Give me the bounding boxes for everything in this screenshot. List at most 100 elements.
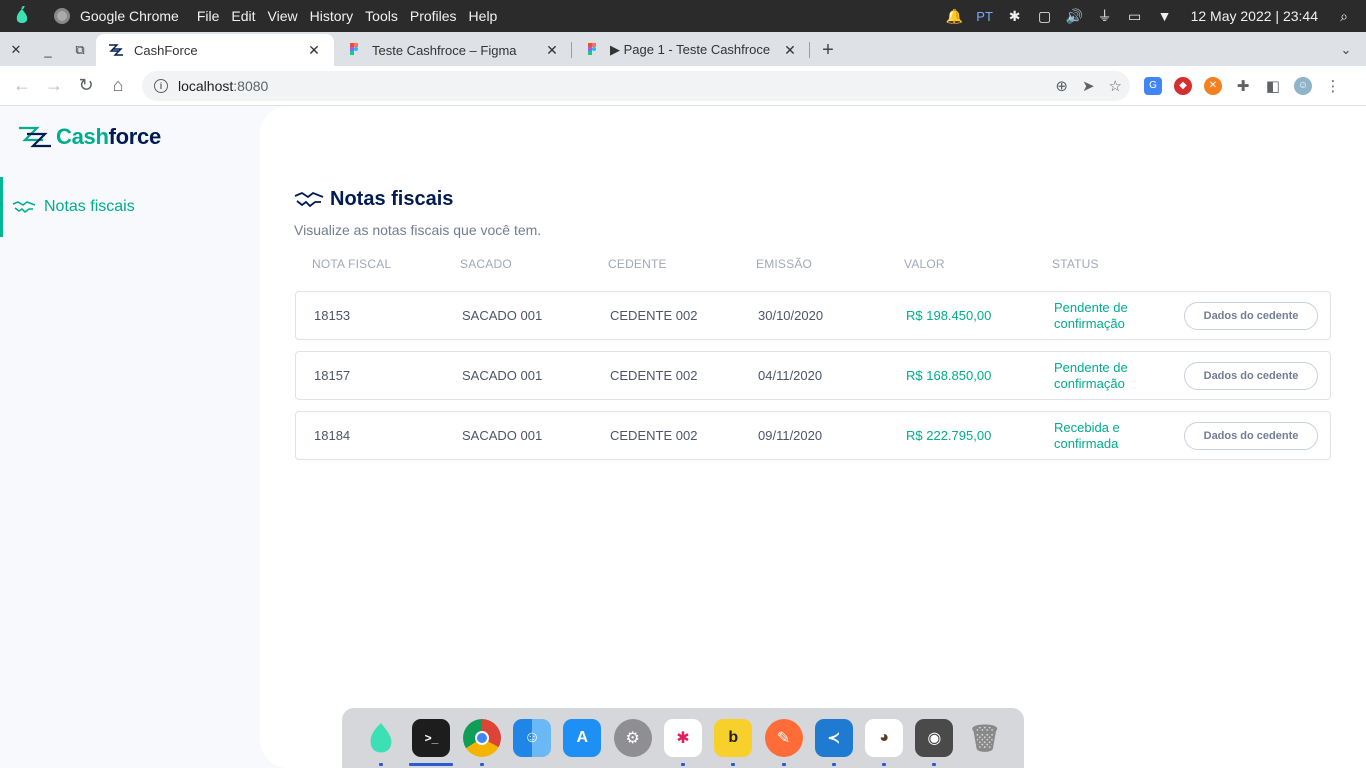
forward-arrow-icon[interactable]: → bbox=[38, 70, 70, 102]
sidebar-item-notas-fiscais[interactable]: Notas fiscais bbox=[0, 177, 260, 237]
cashforce-favicon-icon bbox=[109, 44, 123, 56]
tab-separator bbox=[809, 42, 810, 58]
page-subtitle: Visualize as notas fiscais que você tem. bbox=[294, 222, 542, 238]
slack-tray-icon[interactable]: ✱ bbox=[1005, 7, 1025, 25]
handshake-icon bbox=[294, 191, 324, 207]
status-line-1: Recebida e bbox=[1054, 419, 1120, 435]
handshake-icon bbox=[12, 201, 36, 213]
menu-profiles[interactable]: Profiles bbox=[410, 8, 457, 24]
dados-do-cedente-button[interactable]: Dados do cedente bbox=[1184, 361, 1318, 390]
menu-view[interactable]: View bbox=[268, 8, 298, 24]
system-menubar: Google Chrome File Edit View History Too… bbox=[0, 0, 1366, 32]
extensions-area: G ◆ ✕ ✚ ◧ ☺ ⋮ bbox=[1144, 76, 1342, 95]
window-restore-icon[interactable]: ⧉ bbox=[64, 34, 96, 66]
side-panel-icon[interactable]: ◧ bbox=[1264, 77, 1282, 95]
tab-title: CashForce bbox=[134, 42, 198, 58]
wifi-icon[interactable]: ▼ bbox=[1155, 7, 1175, 25]
cell-cedente: CEDENTE 002 bbox=[610, 308, 698, 323]
site-info-icon[interactable]: i bbox=[154, 78, 168, 93]
display-icon[interactable]: ▭ bbox=[1125, 7, 1145, 25]
url-host: localhost bbox=[178, 77, 234, 94]
screenshot-icon[interactable]: ◉ bbox=[915, 719, 954, 766]
cell-emissao: 30/10/2020 bbox=[758, 308, 824, 323]
clock[interactable]: 12 May 2022 | 23:44 bbox=[1191, 8, 1318, 24]
terminal-icon[interactable]: >_ bbox=[409, 719, 454, 766]
running-indicator bbox=[379, 763, 384, 766]
cell-status: Recebida e confirmada bbox=[1054, 420, 1184, 452]
kebab-menu-icon[interactable]: ⋮ bbox=[1324, 77, 1342, 95]
running-indicator bbox=[479, 763, 484, 766]
ublock-icon[interactable]: ◆ bbox=[1174, 76, 1192, 95]
reload-icon[interactable]: ↻ bbox=[70, 70, 102, 102]
google-translate-icon[interactable]: G bbox=[1144, 76, 1162, 95]
home-icon[interactable]: ⌂ bbox=[102, 70, 134, 102]
notification-bell-icon[interactable]: 🔔 bbox=[945, 7, 965, 25]
profile-avatar[interactable]: ☺ bbox=[1294, 76, 1312, 95]
dados-do-cedente-button[interactable]: Dados do cedente bbox=[1184, 301, 1318, 330]
gimp-icon[interactable]: ◕ bbox=[865, 719, 904, 766]
menu-history[interactable]: History bbox=[310, 8, 354, 24]
running-indicator bbox=[831, 763, 836, 766]
status-line-2: confirmação bbox=[1054, 375, 1125, 391]
tab-close-icon[interactable]: ✕ bbox=[544, 42, 560, 59]
column-header-sacado: SACADO bbox=[460, 257, 512, 271]
active-app-name[interactable]: Google Chrome bbox=[80, 8, 179, 24]
window-close-icon[interactable]: ✕ bbox=[0, 34, 32, 66]
running-indicator bbox=[932, 763, 937, 766]
bookmark-star-icon[interactable]: ☆ bbox=[1109, 77, 1122, 95]
volume-icon[interactable]: 🔊 bbox=[1065, 7, 1085, 25]
column-header-cedente: CEDENTE bbox=[608, 257, 667, 271]
clipboard-icon[interactable]: ▢ bbox=[1035, 7, 1055, 25]
chrome-icon[interactable] bbox=[462, 719, 501, 766]
menu-edit[interactable]: Edit bbox=[231, 8, 255, 24]
search-icon[interactable]: ⌕ bbox=[1334, 7, 1354, 25]
status-area: 🔔 PT ✱ ▢ 🔊 ⏚ ▭ ▼ 12 May 2022 | 23:44 ⌕ bbox=[945, 7, 1366, 25]
window-minimize-icon[interactable]: _ bbox=[32, 34, 64, 66]
logo-force: force bbox=[108, 124, 162, 149]
column-header-nota-fiscal: NOTA FISCAL bbox=[312, 257, 392, 271]
cell-sacado: SACADO 001 bbox=[462, 428, 543, 443]
tab-close-icon[interactable]: ✕ bbox=[782, 42, 798, 59]
send-icon[interactable]: ➤ bbox=[1082, 77, 1095, 95]
extensions-puzzle-icon[interactable]: ✚ bbox=[1234, 77, 1252, 95]
tab-figma-page[interactable]: ▶ Page 1 - Teste Cashfroce ✕ bbox=[572, 34, 810, 66]
cashforce-logo[interactable]: Cashforce bbox=[18, 122, 161, 152]
running-indicator bbox=[409, 763, 454, 766]
tab-title: ▶ Page 1 - Teste Cashfroce bbox=[610, 42, 771, 57]
tab-search-chevron-icon[interactable]: ⌄ bbox=[1326, 34, 1366, 66]
page-heading: Notas fiscais bbox=[294, 188, 453, 211]
cell-emissao: 09/11/2020 bbox=[758, 428, 823, 443]
postman-icon[interactable]: ✎ bbox=[764, 719, 803, 766]
zoom-icon[interactable]: ⊕ bbox=[1055, 77, 1068, 95]
pear-logo-icon[interactable] bbox=[12, 6, 32, 26]
address-bar[interactable]: i localhost:8080 ⊕ ➤ ☆ bbox=[142, 70, 1130, 101]
menu-file[interactable]: File bbox=[197, 8, 220, 24]
trash-icon[interactable]: 🗑 bbox=[966, 719, 1004, 757]
vscode-icon[interactable]: ≺ bbox=[814, 719, 853, 766]
tab-cashforce[interactable]: CashForce ✕ bbox=[96, 34, 334, 66]
ext-orange-icon[interactable]: ✕ bbox=[1204, 76, 1222, 95]
slack-icon[interactable]: ✱ bbox=[663, 719, 702, 766]
beekeeper-icon[interactable]: b bbox=[714, 719, 753, 766]
dock: >_ ☺ A ⚙ ✱ b ✎ ≺ ◕ ◉ 🗑 bbox=[342, 708, 1024, 768]
app-store-icon[interactable]: A bbox=[563, 719, 602, 757]
dados-do-cedente-button[interactable]: Dados do cedente bbox=[1184, 421, 1318, 450]
main-content: Notas fiscais Visualize as notas fiscais… bbox=[260, 106, 1366, 768]
running-indicator bbox=[680, 763, 685, 766]
figma-favicon-icon bbox=[350, 43, 358, 55]
system-settings-icon[interactable]: ⚙ bbox=[613, 719, 652, 757]
back-arrow-icon[interactable]: ← bbox=[6, 70, 38, 102]
finder-icon[interactable]: ☺ bbox=[513, 719, 552, 757]
new-tab-icon[interactable]: + bbox=[810, 34, 846, 66]
sidebar: Cashforce Notas fiscais bbox=[0, 106, 260, 768]
tab-figma[interactable]: Teste Cashfroce – Figma ✕ bbox=[334, 34, 572, 66]
menu-tools[interactable]: Tools bbox=[365, 8, 398, 24]
pear-launcher-icon[interactable] bbox=[362, 719, 400, 766]
plug-icon[interactable]: ⏚ bbox=[1095, 7, 1115, 25]
input-language[interactable]: PT bbox=[975, 7, 995, 25]
tab-close-icon[interactable]: ✕ bbox=[306, 42, 322, 59]
cell-valor: R$ 198.450,00 bbox=[906, 308, 992, 323]
cell-nota: 18153 bbox=[314, 308, 351, 323]
browser-toolbar: ← → ↻ ⌂ i localhost:8080 ⊕ ➤ ☆ G ◆ ✕ ✚ ◧… bbox=[0, 66, 1366, 106]
menu-help[interactable]: Help bbox=[469, 8, 498, 24]
